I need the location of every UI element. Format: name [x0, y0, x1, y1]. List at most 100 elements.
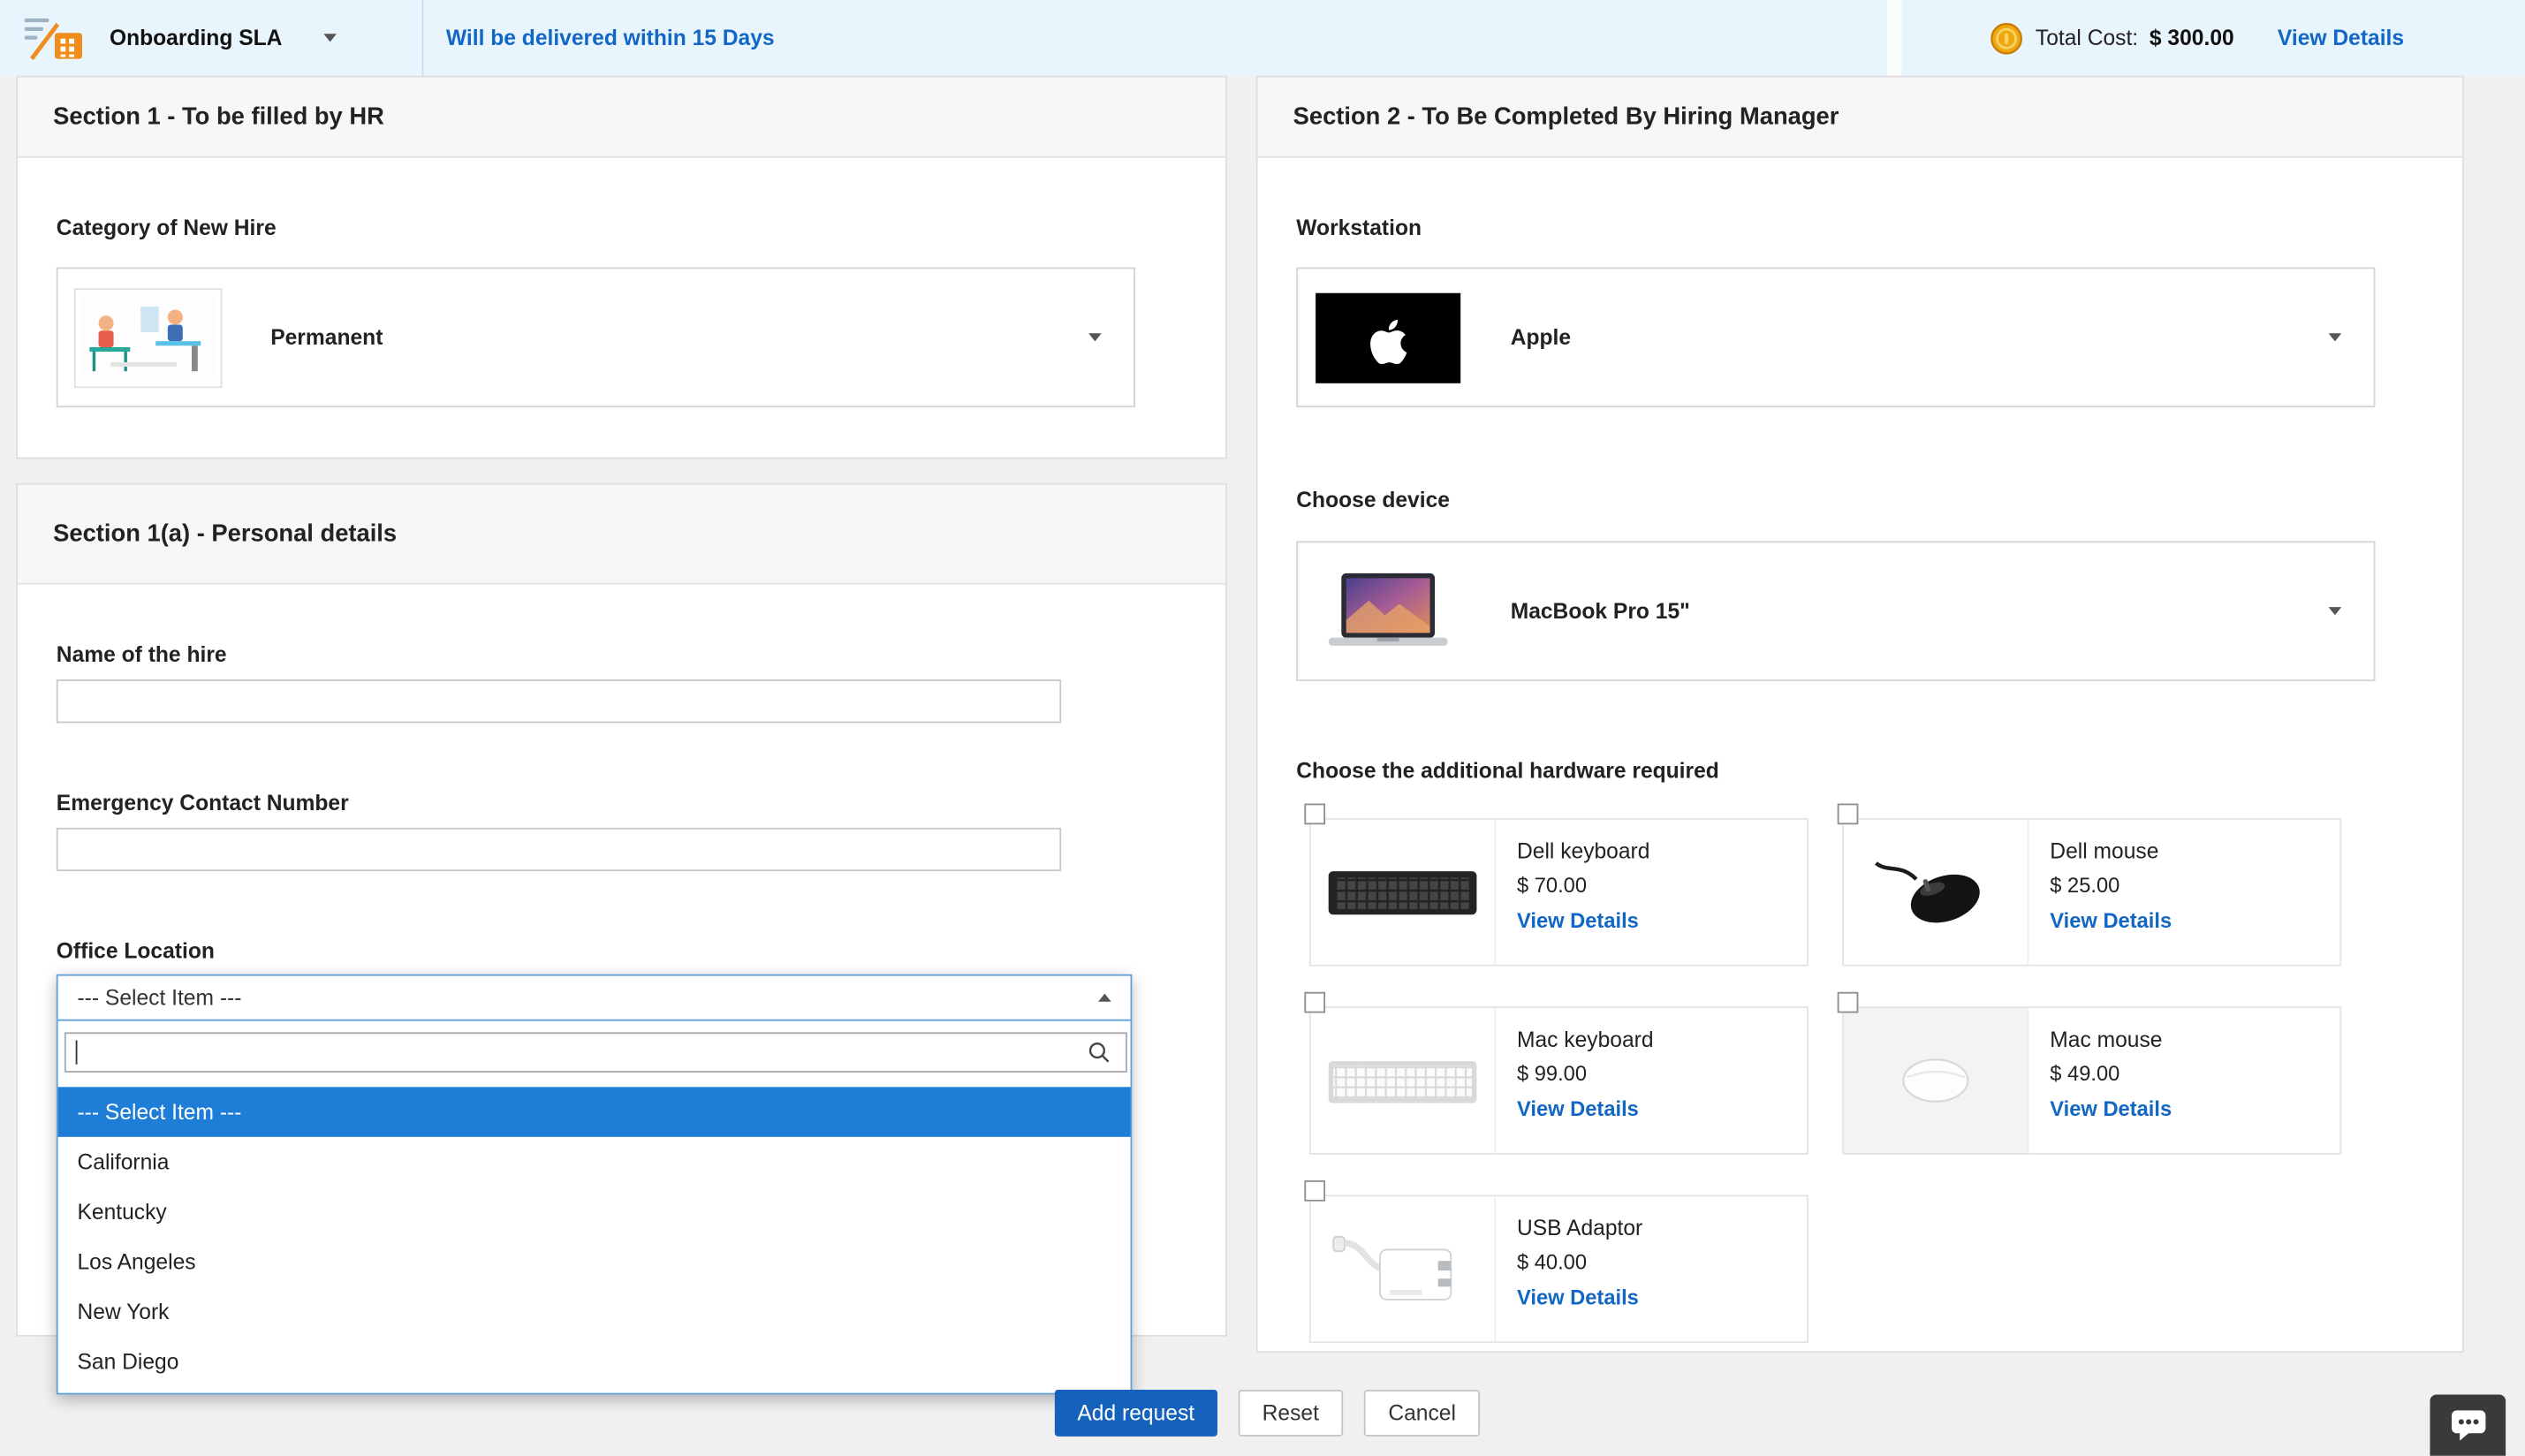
hardware-view-details-link[interactable]: View Details — [1517, 908, 1639, 932]
hardware-price: $ 40.00 — [1517, 1249, 1642, 1273]
category-select[interactable]: Permanent — [57, 268, 1135, 408]
total-cost-label: Total Cost: — [2036, 26, 2138, 49]
section2-title: Section 2 - To Be Completed By Hiring Ma… — [1293, 103, 1839, 131]
hardware-item-dell-keyboard: Dell keyboard $ 70.00 View Details — [1309, 818, 1808, 967]
topbar-divider — [422, 0, 424, 76]
hardware-price: $ 25.00 — [2050, 873, 2172, 897]
workstation-select[interactable]: Apple — [1296, 268, 2375, 408]
hardware-card: USB Adaptor $ 40.00 View Details — [1309, 1194, 1808, 1343]
dell-mouse-image — [1844, 820, 2029, 965]
hardware-item-dell-mouse: Dell mouse $ 25.00 View Details — [1842, 818, 2341, 967]
emergency-contact-label: Emergency Contact Number — [57, 791, 1187, 815]
section2-panel: Section 2 - To Be Completed By Hiring Ma… — [1256, 76, 2464, 1353]
total-cost-area: Total Cost: $ 300.00 View Details — [1989, 0, 2404, 76]
section1-panel: Section 1 - To be filled by HR Category … — [16, 76, 1227, 459]
office-search-input[interactable] — [64, 1032, 1127, 1073]
chevron-down-icon — [2329, 607, 2342, 615]
view-details-link[interactable]: View Details — [2278, 26, 2404, 49]
hardware-view-details-link[interactable]: View Details — [2050, 1096, 2172, 1120]
onboarding-request-page: Onboarding SLA Will be delivered within … — [0, 0, 2525, 1456]
office-option[interactable]: Los Angeles — [58, 1237, 1131, 1287]
text-cursor — [76, 1040, 78, 1064]
dell-mouse-checkbox[interactable] — [1838, 804, 1859, 825]
hardware-price: $ 99.00 — [1517, 1061, 1654, 1085]
service-catalog-icon — [23, 11, 87, 65]
hardware-price: $ 70.00 — [1517, 873, 1649, 897]
category-label: Category of New Hire — [57, 216, 1187, 239]
office-options-list: --- Select Item --- California Kentucky … — [58, 1087, 1131, 1392]
hardware-item-mac-mouse: Mac mouse $ 49.00 View Details — [1842, 1006, 2341, 1155]
chevron-up-icon — [1098, 994, 1111, 1002]
hardware-name: Dell mouse — [2050, 839, 2172, 863]
apple-logo-image — [1298, 292, 1478, 383]
usb-adaptor-checkbox[interactable] — [1304, 1180, 1325, 1202]
chevron-down-icon — [324, 34, 337, 42]
chevron-down-icon — [2329, 333, 2342, 341]
hardware-item-usb-adaptor: USB Adaptor $ 40.00 View Details — [1309, 1194, 1808, 1343]
chat-icon — [2448, 1407, 2487, 1443]
office-option[interactable]: California — [58, 1137, 1131, 1187]
office-search-area — [58, 1021, 1131, 1088]
hardware-name: Dell keyboard — [1517, 839, 1649, 863]
hardware-grid: Dell keyboard $ 70.00 View Details — [1309, 818, 2404, 1343]
hardware-name: Mac mouse — [2050, 1028, 2172, 1051]
reset-button[interactable]: Reset — [1238, 1390, 1343, 1437]
hardware-card: Dell keyboard $ 70.00 View Details — [1309, 818, 1808, 967]
search-icon — [1087, 1040, 1111, 1064]
hardware-view-details-link[interactable]: View Details — [1517, 1285, 1639, 1309]
form-actions: Add request Reset Cancel — [1055, 1390, 1480, 1437]
sla-name: Onboarding SLA — [110, 26, 282, 49]
section1-title: Section 1 - To be filled by HR — [53, 103, 384, 131]
device-select[interactable]: MacBook Pro 15" — [1296, 541, 2375, 681]
hardware-price: $ 49.00 — [2050, 1061, 2172, 1085]
hardware-name: Mac keyboard — [1517, 1028, 1654, 1051]
chevron-down-icon — [1088, 333, 1102, 341]
chat-launcher-button[interactable] — [2430, 1394, 2506, 1455]
office-location-dropdown: --- Select Item --- --- Select Item --- … — [57, 974, 1133, 1395]
dell-keyboard-image — [1311, 820, 1497, 965]
section2-header: Section 2 - To Be Completed By Hiring Ma… — [1258, 77, 2462, 157]
category-illustration-image — [58, 287, 239, 387]
mac-mouse-image — [1844, 1008, 2029, 1153]
cancel-button[interactable]: Cancel — [1364, 1390, 1480, 1437]
office-option[interactable]: San Diego — [58, 1337, 1131, 1387]
choose-device-label: Choose device — [1296, 488, 2423, 512]
category-value: Permanent — [270, 325, 383, 349]
hardware-card: Mac keyboard $ 99.00 View Details — [1309, 1006, 1808, 1155]
device-value: MacBook Pro 15" — [1511, 599, 1690, 623]
coin-icon — [1989, 20, 2024, 56]
additional-hardware-label: Choose the additional hardware required — [1296, 758, 2423, 782]
hardware-view-details-link[interactable]: View Details — [2050, 908, 2172, 932]
macbook-image — [1298, 565, 1478, 658]
office-location-label: Office Location — [57, 939, 1187, 963]
office-option[interactable]: Kentucky — [58, 1187, 1131, 1237]
emergency-contact-input[interactable] — [57, 828, 1061, 871]
name-of-hire-label: Name of the hire — [57, 642, 1187, 666]
section1a-title: Section 1(a) - Personal details — [53, 520, 397, 548]
office-location-select[interactable]: --- Select Item --- — [58, 976, 1131, 1021]
mac-keyboard-checkbox[interactable] — [1304, 992, 1325, 1013]
hardware-item-mac-keyboard: Mac keyboard $ 99.00 View Details — [1309, 1006, 1808, 1155]
usb-adaptor-image — [1311, 1196, 1497, 1341]
total-cost-value: $ 300.00 — [2150, 26, 2234, 49]
hardware-card: Mac mouse $ 49.00 View Details — [1842, 1006, 2341, 1155]
office-option[interactable]: New York — [58, 1286, 1131, 1337]
delivery-note: Will be delivered within 15 Days — [446, 0, 775, 76]
sla-selector[interactable]: Onboarding SLA — [0, 11, 337, 65]
mac-keyboard-image — [1311, 1008, 1497, 1153]
hardware-name: USB Adaptor — [1517, 1216, 1642, 1240]
topbar: Onboarding SLA Will be delivered within … — [0, 0, 2525, 76]
dell-keyboard-checkbox[interactable] — [1304, 804, 1325, 825]
section1-header: Section 1 - To be filled by HR — [18, 77, 1225, 157]
topbar-gap — [1887, 0, 1901, 76]
office-option[interactable]: --- Select Item --- — [58, 1087, 1131, 1137]
hardware-card: Dell mouse $ 25.00 View Details — [1842, 818, 2341, 967]
mac-mouse-checkbox[interactable] — [1838, 992, 1859, 1013]
workstation-label: Workstation — [1296, 216, 2423, 239]
hardware-view-details-link[interactable]: View Details — [1517, 1096, 1639, 1120]
workstation-value: Apple — [1511, 325, 1571, 349]
office-selected-value: --- Select Item --- — [77, 985, 241, 1009]
section1a-header: Section 1(a) - Personal details — [18, 485, 1225, 585]
add-request-button[interactable]: Add request — [1055, 1390, 1217, 1437]
name-of-hire-input[interactable] — [57, 679, 1061, 723]
